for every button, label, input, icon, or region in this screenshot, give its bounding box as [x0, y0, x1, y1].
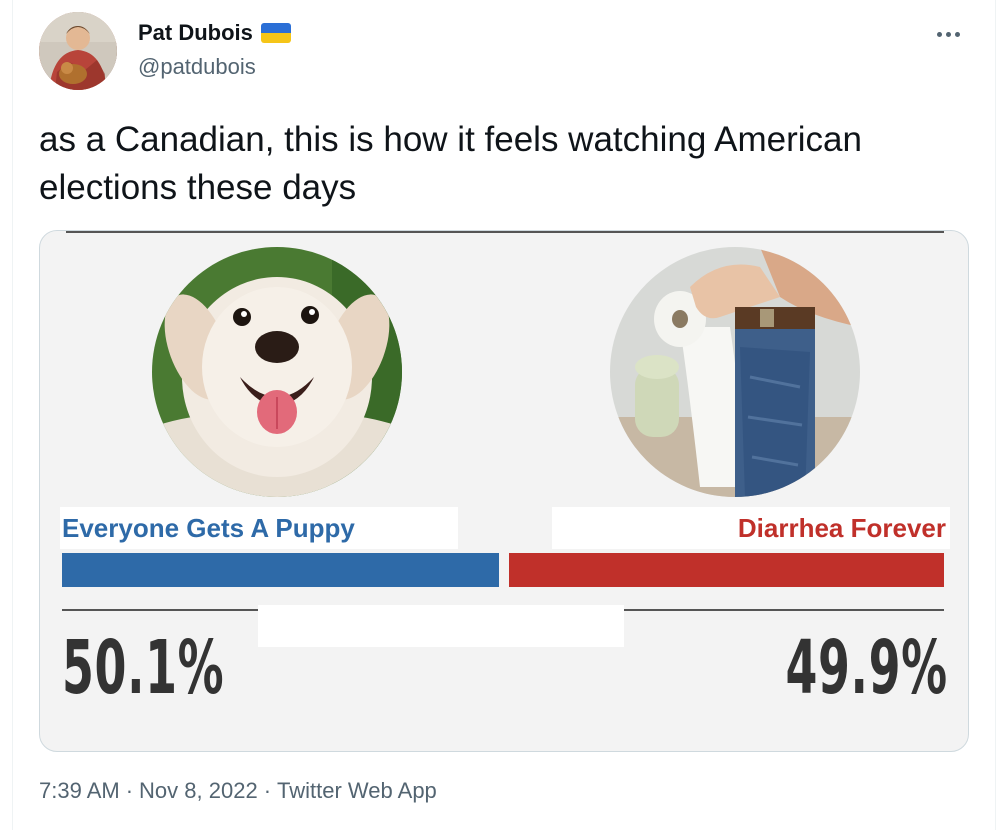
author-handle[interactable]: @patdubois [138, 54, 256, 80]
tweet-source: Twitter Web App [277, 778, 437, 803]
option-right-percent: 49.9% [785, 625, 948, 711]
tweet-time[interactable]: 7:39 AM [39, 778, 120, 804]
vote-bar-right [508, 553, 944, 587]
vote-bar-left [62, 553, 499, 587]
blank-panel [258, 605, 624, 647]
vote-bar [62, 553, 944, 587]
divider [624, 609, 944, 611]
more-options-button[interactable] [931, 22, 965, 46]
toilet-paper-image [610, 247, 860, 497]
avatar[interactable] [39, 12, 117, 90]
tweet-meta: 7:39 AM · Nov 8, 2022 · Twitter Web App [39, 778, 437, 804]
avatar-image [39, 12, 117, 90]
puppy-image [152, 247, 402, 497]
display-name[interactable]: Pat Dubois [138, 20, 253, 46]
ellipsis-icon [936, 31, 942, 37]
tweet-card: Pat Dubois @patdubois as a Canadian, thi… [12, 0, 996, 830]
option-left-percent: 50.1% [62, 625, 225, 711]
meta-separator: · [263, 778, 272, 803]
option-right-label: Diarrhea Forever [552, 507, 950, 549]
meta-separator: · [125, 778, 134, 803]
tweet-text: as a Canadian, this is how it feels watc… [39, 120, 862, 207]
author-name-row: Pat Dubois [138, 18, 291, 48]
option-left-label: Everyone Gets A Puppy [60, 507, 458, 549]
divider [66, 231, 944, 233]
divider [62, 609, 258, 611]
tweet-media-image[interactable]: Everyone Gets A Puppy Diarrhea Forever 5… [39, 230, 969, 752]
tweet-date[interactable]: Nov 8, 2022 [139, 778, 258, 804]
ukraine-flag-icon [260, 23, 291, 43]
